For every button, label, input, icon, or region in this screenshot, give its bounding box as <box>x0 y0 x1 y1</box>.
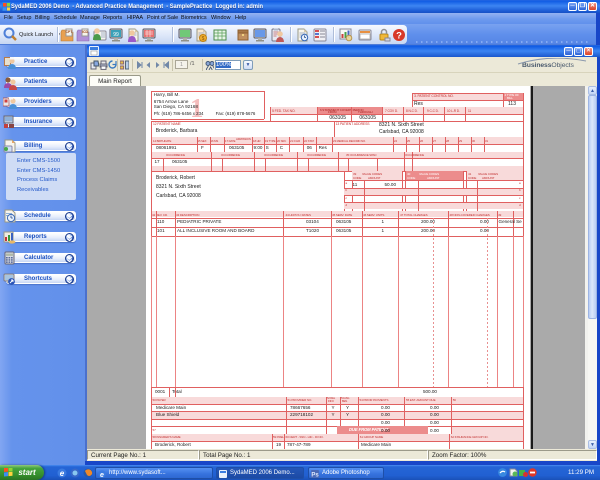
svg-text:$: $ <box>202 36 205 42</box>
svg-text:CPT: CPT <box>65 30 73 34</box>
svg-text:e: e <box>100 471 104 477</box>
svg-text:ICD: ICD <box>82 30 89 34</box>
svg-text:Ps: Ps <box>311 472 319 478</box>
svg-text:?: ? <box>396 31 402 42</box>
svg-text:99: 99 <box>113 32 119 38</box>
svg-text:e: e <box>60 469 65 478</box>
